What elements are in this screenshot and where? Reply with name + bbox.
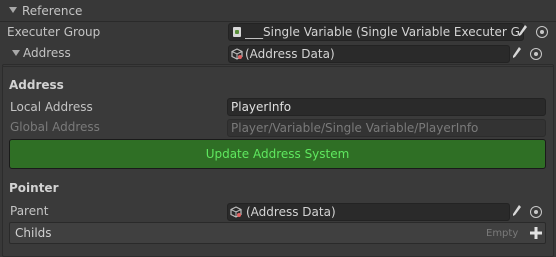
edit-pencil-icon[interactable] bbox=[518, 24, 528, 38]
update-address-system-label: Update Address System bbox=[205, 147, 350, 161]
parent-object-field[interactable]: (Address Data) bbox=[227, 203, 510, 221]
edit-pencil-icon[interactable] bbox=[512, 46, 522, 60]
object-picker-icon[interactable] bbox=[530, 48, 542, 60]
reference-header-row[interactable]: Reference bbox=[0, 0, 556, 21]
pointer-section-title: Pointer bbox=[9, 181, 59, 195]
scriptable-object-icon bbox=[231, 48, 243, 60]
local-address-value: PlayerInfo bbox=[231, 100, 292, 114]
address-label: Address bbox=[23, 46, 71, 60]
panel-divider bbox=[2, 66, 554, 67]
global-address-label: Global Address bbox=[10, 120, 100, 134]
plus-icon[interactable] bbox=[529, 226, 543, 240]
reference-label: Reference bbox=[22, 4, 83, 18]
childs-list-header[interactable]: Childs Empty bbox=[9, 222, 546, 244]
childs-empty-label: Empty bbox=[486, 228, 519, 239]
update-address-system-button[interactable]: Update Address System bbox=[9, 139, 546, 169]
local-address-input[interactable]: PlayerInfo bbox=[227, 98, 546, 116]
address-object-field[interactable]: (Address Data) bbox=[228, 45, 510, 63]
global-address-input: Player/Variable/Single Variable/PlayerIn… bbox=[227, 119, 546, 137]
address-section-title: Address bbox=[9, 78, 64, 92]
divider bbox=[0, 21, 556, 22]
script-icon bbox=[233, 27, 241, 37]
executer-group-value: ___Single Variable (Single Variable Exec… bbox=[245, 25, 521, 39]
address-value: (Address Data) bbox=[245, 47, 335, 61]
scriptable-object-icon bbox=[230, 206, 242, 218]
object-picker-icon[interactable] bbox=[530, 206, 542, 218]
executer-group-label: Executer Group bbox=[7, 25, 101, 39]
childs-label: Childs bbox=[15, 226, 52, 240]
address-foldout-row[interactable]: Address bbox=[0, 43, 226, 63]
object-picker-icon[interactable] bbox=[536, 26, 548, 38]
foldout-expanded-icon[interactable] bbox=[9, 7, 17, 13]
global-address-value: Player/Variable/Single Variable/PlayerIn… bbox=[231, 121, 479, 135]
parent-label: Parent bbox=[10, 204, 49, 218]
executer-group-object-field[interactable]: ___Single Variable (Single Variable Exec… bbox=[228, 23, 524, 41]
local-address-label: Local Address bbox=[10, 100, 93, 114]
parent-value: (Address Data) bbox=[246, 205, 336, 219]
edit-pencil-icon[interactable] bbox=[512, 204, 522, 218]
foldout-expanded-icon[interactable] bbox=[12, 50, 20, 56]
